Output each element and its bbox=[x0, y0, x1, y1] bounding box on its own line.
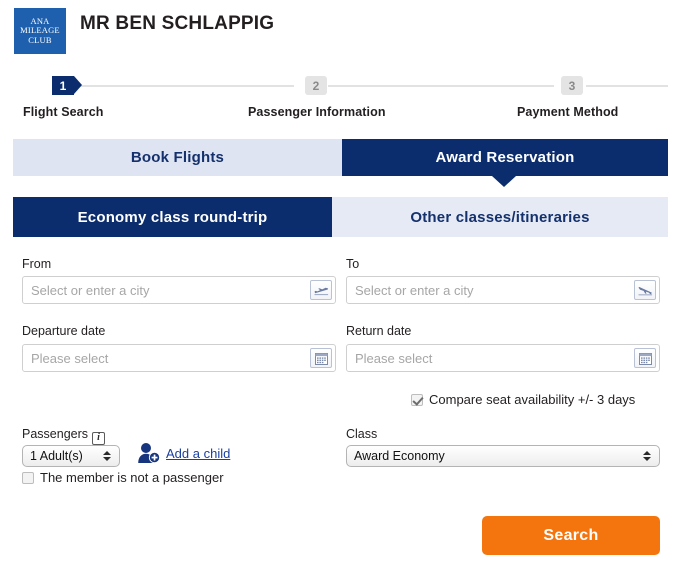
stepper-arrows-icon bbox=[100, 451, 114, 461]
progress-stepper: 1 Flight Search 2 Passenger Information … bbox=[0, 76, 680, 128]
passengers-select[interactable]: 1 Adult(s) bbox=[22, 445, 120, 467]
ana-award-reservation-page: ANA MILEAGE CLUB MR BEN SCHLAPPIG 1 Flig… bbox=[0, 0, 680, 573]
return-date-input[interactable] bbox=[347, 345, 634, 371]
member-name: MR BEN SCHLAPPIG bbox=[80, 13, 275, 34]
stepper-number-3: 3 bbox=[568, 78, 576, 93]
from-field[interactable] bbox=[22, 276, 336, 304]
return-date-field[interactable] bbox=[346, 344, 660, 372]
compare-seat-availability-row[interactable]: Compare seat availability +/- 3 days bbox=[411, 392, 635, 407]
secondary-tabs: Economy class round-trip Other classes/i… bbox=[13, 197, 668, 237]
stepper-arrows-icon bbox=[640, 451, 654, 461]
info-icon[interactable]: i bbox=[92, 431, 106, 445]
tab-award-reservation-label: Award Reservation bbox=[435, 149, 575, 166]
tab-award-reservation[interactable]: Award Reservation bbox=[342, 139, 668, 176]
departure-date-label: Departure date bbox=[22, 324, 106, 338]
stepper-badge-2: 2 bbox=[305, 76, 327, 95]
compare-seat-availability-label: Compare seat availability +/- 3 days bbox=[429, 392, 636, 407]
calendar-icon[interactable] bbox=[310, 348, 332, 368]
stepper-badge-1: 1 bbox=[52, 76, 82, 95]
stepper-line-2 bbox=[328, 85, 554, 87]
passengers-label-wrap: Passengers i bbox=[22, 427, 106, 445]
tab-book-flights[interactable]: Book Flights bbox=[13, 139, 342, 176]
stepper-label-3: Payment Method bbox=[517, 105, 619, 119]
stepper-step-3[interactable]: 3 Payment Method bbox=[517, 76, 618, 119]
stepper-line-3 bbox=[586, 85, 668, 87]
calendar-icon[interactable] bbox=[634, 348, 656, 368]
add-a-child-link[interactable]: Add a child bbox=[166, 446, 230, 461]
stepper-badge-3: 3 bbox=[561, 76, 583, 95]
ana-mileage-club-logo[interactable]: ANA MILEAGE CLUB bbox=[14, 8, 66, 54]
passengers-select-value: 1 Adult(s) bbox=[30, 449, 83, 463]
tab-economy-round-trip-label: Economy class round-trip bbox=[77, 208, 268, 226]
airplane-arrive-icon[interactable] bbox=[634, 280, 656, 300]
tab-book-flights-label: Book Flights bbox=[130, 149, 225, 166]
stepper-label-1: Flight Search bbox=[23, 105, 104, 119]
class-label: Class bbox=[346, 427, 378, 441]
to-field[interactable] bbox=[346, 276, 660, 304]
stepper-number-1: 1 bbox=[59, 78, 67, 93]
stepper-label-2: Passenger Information bbox=[248, 105, 386, 119]
search-button[interactable]: Search bbox=[482, 516, 660, 555]
return-date-label: Return date bbox=[346, 324, 412, 338]
tab-other-classes-label: Other classes/itineraries bbox=[410, 208, 590, 226]
to-input[interactable] bbox=[347, 277, 634, 303]
stepper-step-2[interactable]: 2 Passenger Information bbox=[248, 76, 385, 119]
member-not-passenger-label: The member is not a passenger bbox=[40, 470, 224, 485]
from-label: From bbox=[22, 257, 52, 271]
departure-date-input[interactable] bbox=[23, 345, 310, 371]
active-tab-caret-icon bbox=[492, 176, 516, 187]
passengers-label: Passengers bbox=[22, 427, 89, 441]
logo-line-3: CLUB bbox=[28, 34, 52, 45]
person-add-icon[interactable] bbox=[137, 442, 163, 469]
stepper-number-2: 2 bbox=[312, 78, 320, 93]
class-select[interactable]: Award Economy bbox=[346, 445, 660, 467]
airplane-depart-icon[interactable] bbox=[310, 280, 332, 300]
from-input[interactable] bbox=[23, 277, 310, 303]
page-header: ANA MILEAGE CLUB MR BEN SCHLAPPIG bbox=[0, 0, 680, 66]
tab-economy-round-trip[interactable]: Economy class round-trip bbox=[13, 197, 332, 237]
primary-tabs: Book Flights Award Reservation bbox=[13, 139, 668, 176]
stepper-line-1 bbox=[78, 85, 294, 87]
departure-date-field[interactable] bbox=[22, 344, 336, 372]
compare-seat-availability-checkbox[interactable] bbox=[411, 393, 423, 406]
tab-other-classes[interactable]: Other classes/itineraries bbox=[332, 197, 668, 237]
member-not-passenger-row[interactable]: The member is not a passenger bbox=[22, 470, 224, 485]
to-label: To bbox=[346, 257, 360, 271]
stepper-step-1[interactable]: 1 Flight Search bbox=[23, 76, 103, 119]
member-not-passenger-checkbox[interactable] bbox=[22, 471, 34, 484]
class-select-value: Award Economy bbox=[354, 449, 445, 463]
